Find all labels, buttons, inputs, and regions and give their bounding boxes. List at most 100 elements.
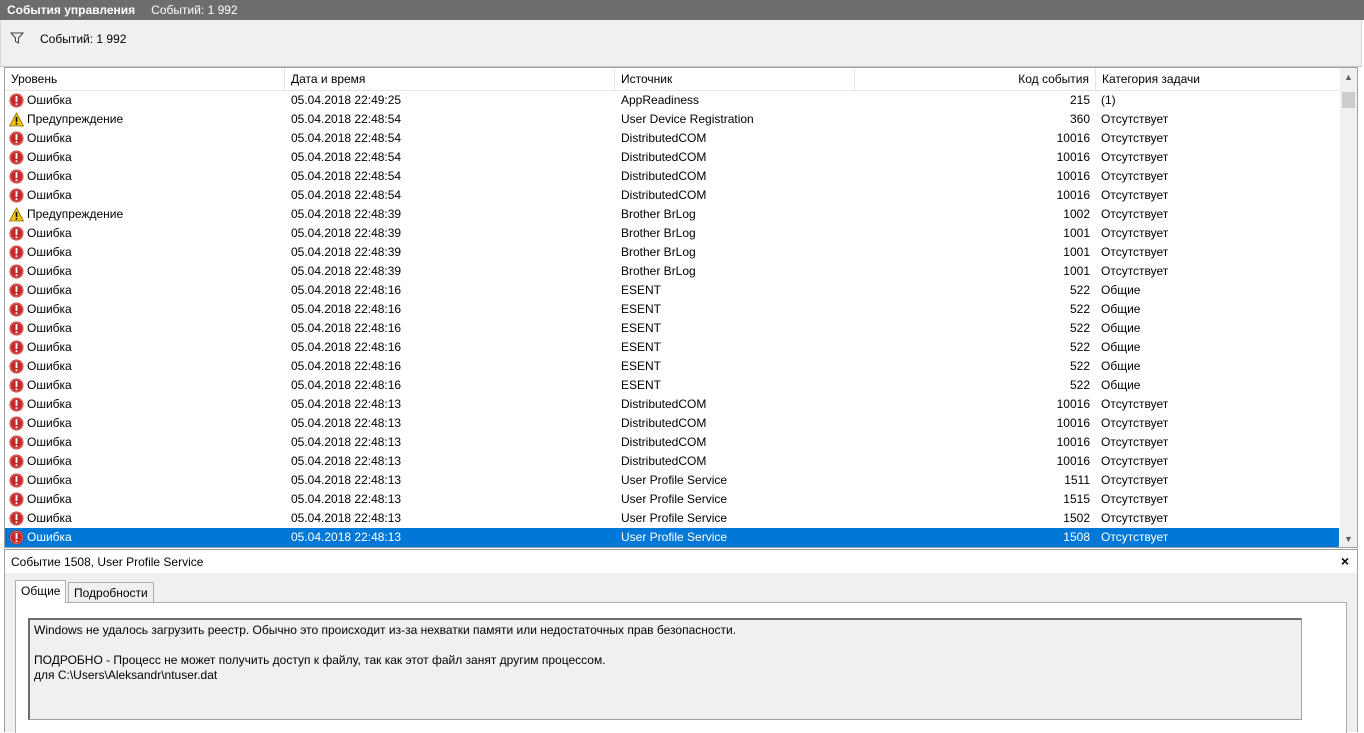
table-row[interactable]: Ошибка 05.04.2018 22:48:13 User Profile Se… [5,471,1339,490]
table-row[interactable]: Ошибка 05.04.2018 22:48:13 User Profile Se… [5,509,1339,528]
table-row[interactable]: Ошибка 05.04.2018 22:48:16 ESENT 522 Общие [5,319,1339,338]
table-row[interactable]: Ошибка 05.04.2018 22:48:13 DistributedCOM 1… [5,452,1339,471]
event-code-cell: 522 [1069,321,1090,335]
table-row[interactable]: Ошибка 05.04.2018 22:48:16 ESENT 522 Общие [5,300,1339,319]
error-icon [9,454,24,469]
level-text: Ошибка [27,359,72,373]
source-cell: Brother BrLog [621,264,696,278]
error-icon [9,131,24,146]
event-code-cell: 522 [1069,283,1090,297]
category-cell: Общие [1101,340,1141,354]
vertical-scrollbar[interactable]: ▲ ▼ [1340,68,1357,547]
source-cell: AppReadiness [621,93,700,107]
table-row[interactable]: Ошибка 05.04.2018 22:48:13 User Profile Se… [5,490,1339,509]
events-table: Уровень Дата и время Источник Код событи… [4,67,1358,548]
level-text: Предупреждение [27,112,124,126]
title-bar: События управления Событий: 1 992 [0,0,1364,20]
source-cell: User Profile Service [621,511,728,525]
error-icon [9,150,24,165]
level-text: Ошибка [27,302,72,316]
date-cell: 05.04.2018 22:48:54 [291,188,402,202]
source-cell: DistributedCOM [621,150,707,164]
event-code-cell: 522 [1069,359,1090,373]
warning-icon [9,112,25,127]
event-code-cell: 10016 [1056,150,1090,164]
level-cell: Ошибка [9,148,284,167]
table-row[interactable]: Ошибка 05.04.2018 22:48:54 DistributedCOM 1… [5,129,1339,148]
source-cell: User Profile Service [621,530,728,544]
level-text: Ошибка [27,530,72,544]
column-header-event-code[interactable]: Код события [855,68,1096,90]
column-header-category[interactable]: Категория задачи [1096,68,1339,90]
date-cell: 05.04.2018 22:48:16 [291,302,402,316]
level-text: Ошибка [27,473,72,487]
table-row[interactable]: Ошибка 05.04.2018 22:48:39 Brother BrLog 10… [5,243,1339,262]
source-cell: DistributedCOM [621,454,707,468]
level-text: Ошибка [27,511,72,525]
table-row[interactable]: Ошибка 05.04.2018 22:48:13 DistributedCOM 1… [5,433,1339,452]
error-icon [9,511,24,526]
category-cell: Отсутствует [1101,264,1169,278]
source-cell: ESENT [621,340,662,354]
category-cell: Общие [1101,302,1141,316]
error-icon [9,283,24,298]
event-message[interactable]: Windows не удалось загрузить реестр. Обы… [28,618,1302,720]
category-cell: Отсутствует [1101,245,1169,259]
table-row[interactable]: Ошибка 05.04.2018 22:48:13 DistributedCOM 1… [5,395,1339,414]
event-code-cell: 522 [1069,302,1090,316]
tab-general[interactable]: Общие [15,580,67,603]
warning-icon [9,207,25,222]
table-row[interactable]: Ошибка 05.04.2018 22:48:39 Brother BrLog 10… [5,262,1339,281]
table-row[interactable]: Ошибка 05.04.2018 22:48:16 ESENT 522 Общие [5,338,1339,357]
level-cell: Ошибка [9,167,284,186]
date-cell: 05.04.2018 22:48:13 [291,530,402,544]
tab-details[interactable]: Подробности [68,582,154,603]
table-row[interactable]: Предупреждение 05.04.2018 22:48:39 Brother… [5,205,1339,224]
source-cell: DistributedCOM [621,397,707,411]
table-row[interactable]: Ошибка 05.04.2018 22:48:16 ESENT 522 Общие [5,357,1339,376]
category-cell: Отсутствует [1101,492,1169,506]
table-row[interactable]: Ошибка 05.04.2018 22:48:16 ESENT 522 Общие [5,376,1339,395]
source-cell: ESENT [621,321,662,335]
table-row[interactable]: Ошибка 05.04.2018 22:48:39 Brother BrLog 10… [5,224,1339,243]
error-icon [9,264,24,279]
date-cell: 05.04.2018 22:48:13 [291,454,402,468]
event-count: Событий: 1 992 [151,3,238,17]
close-icon[interactable]: × [1341,553,1349,569]
table-row[interactable]: Ошибка 05.04.2018 22:48:54 DistributedCOM 1… [5,148,1339,167]
category-cell: Отсутствует [1101,473,1169,487]
column-header-source[interactable]: Источник [615,68,855,90]
source-cell: Brother BrLog [621,245,696,259]
level-text: Ошибка [27,492,72,506]
table-row[interactable]: Ошибка 05.04.2018 22:48:13 User Profile Se… [5,528,1339,547]
column-header-date[interactable]: Дата и время [285,68,615,90]
scroll-down-icon[interactable]: ▼ [1340,530,1357,547]
table-row[interactable]: Ошибка 05.04.2018 22:48:54 DistributedCOM 1… [5,167,1339,186]
table-row[interactable]: Ошибка 05.04.2018 22:48:54 DistributedCOM 1… [5,186,1339,205]
source-cell: ESENT [621,302,662,316]
view-title: События управления [7,3,136,17]
table-row[interactable]: Ошибка 05.04.2018 22:48:16 ESENT 522 Общие [5,281,1339,300]
column-header-level[interactable]: Уровень [5,68,285,90]
event-code-cell: 1502 [1063,511,1090,525]
error-icon [9,340,24,355]
level-text: Ошибка [27,397,72,411]
source-cell: ESENT [621,378,662,392]
table-row[interactable]: Ошибка 05.04.2018 22:48:13 DistributedCOM 1… [5,414,1339,433]
category-cell: Отсутствует [1101,169,1169,183]
scroll-thumb[interactable] [1342,92,1355,108]
level-text: Ошибка [27,150,72,164]
date-cell: 05.04.2018 22:48:13 [291,473,402,487]
event-code-cell: 522 [1069,340,1090,354]
date-cell: 05.04.2018 22:48:13 [291,397,402,411]
table-row[interactable]: Ошибка 05.04.2018 22:49:25 AppReadiness 215… [5,91,1339,110]
filter-icon[interactable] [10,32,24,44]
table-row[interactable]: Предупреждение 05.04.2018 22:48:54 User De… [5,110,1339,129]
error-icon [9,530,24,545]
date-cell: 05.04.2018 22:48:16 [291,283,402,297]
date-cell: 05.04.2018 22:48:16 [291,359,402,373]
error-icon [9,188,24,203]
category-cell: Отсутствует [1101,150,1169,164]
level-cell: Ошибка [9,243,284,262]
scroll-up-icon[interactable]: ▲ [1340,68,1357,85]
